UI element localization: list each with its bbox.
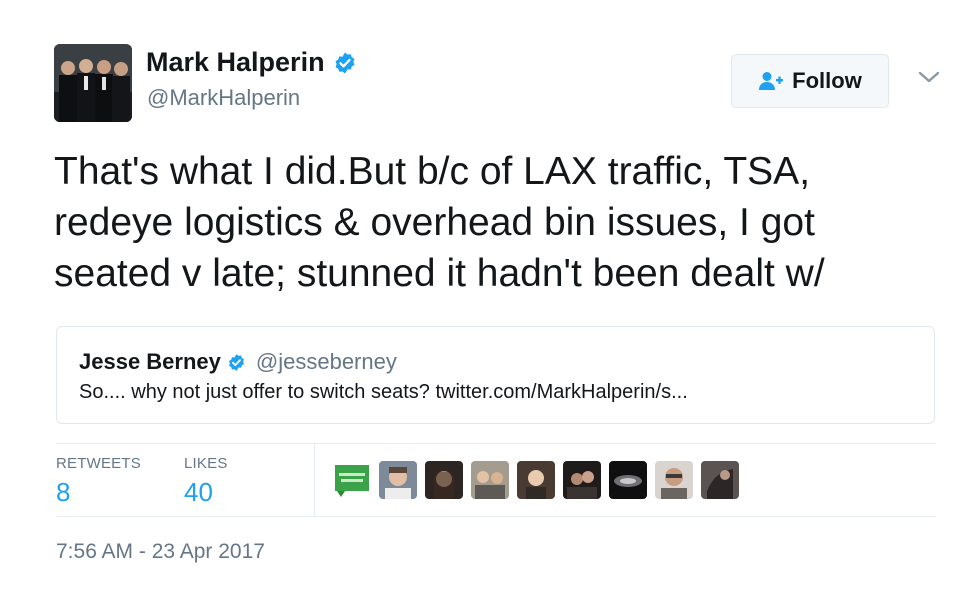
stats-separator [314,444,315,516]
tweet-text-line: redeye logistics & overhead bin issues, … [54,201,815,244]
author-name-row[interactable]: Mark Halperin [146,47,357,78]
liker-avatar[interactable] [425,461,463,499]
verified-badge-icon [228,353,244,371]
retweets-label: RETWEETS [56,455,141,472]
liker-avatar[interactable] [517,461,555,499]
quoted-author-handle: @jesseberney [255,349,397,374]
liker-avatar[interactable] [333,461,371,499]
quoted-tweet[interactable]: Jesse Berney @jesseberney So.... why not… [56,326,935,424]
liker-avatar[interactable] [563,461,601,499]
tweet-text-line: That's what I did.But b/c of LAX traffic… [54,150,811,193]
follow-button-label: Follow [792,68,862,93]
stats-bottom-divider [56,516,936,517]
stats-top-divider [56,443,936,444]
author-avatar-image [54,44,132,122]
liker-avatar[interactable] [609,461,647,499]
quoted-tweet-text: So.... why not just offer to switch seat… [79,381,688,403]
add-user-icon [759,72,784,90]
tweet-text-line: seated v late; stunned it hadn't been de… [54,252,825,295]
retweets-count[interactable]: 8 [56,477,70,508]
liker-avatar[interactable] [471,461,509,499]
tweet-text: That's what I did.But b/c of LAX traffic… [54,146,934,299]
tweet-timestamp[interactable]: 7:56 AM - 23 Apr 2017 [56,540,265,564]
likes-count[interactable]: 40 [184,477,213,508]
quoted-tweet-header: Jesse Berney @jesseberney [79,349,397,375]
liker-avatar[interactable] [379,461,417,499]
author-handle[interactable]: @MarkHalperin [147,85,300,111]
liker-avatar[interactable] [701,461,739,499]
liker-avatar[interactable] [655,461,693,499]
quoted-author-name: Jesse Berney [79,349,221,374]
likes-label: LIKES [184,455,228,472]
liker-avatars [333,461,739,499]
follow-button[interactable]: Follow [731,54,889,108]
author-avatar[interactable] [54,44,132,122]
author-name[interactable]: Mark Halperin [146,47,325,78]
chevron-down-icon[interactable] [918,70,940,84]
verified-badge-icon [335,52,355,73]
